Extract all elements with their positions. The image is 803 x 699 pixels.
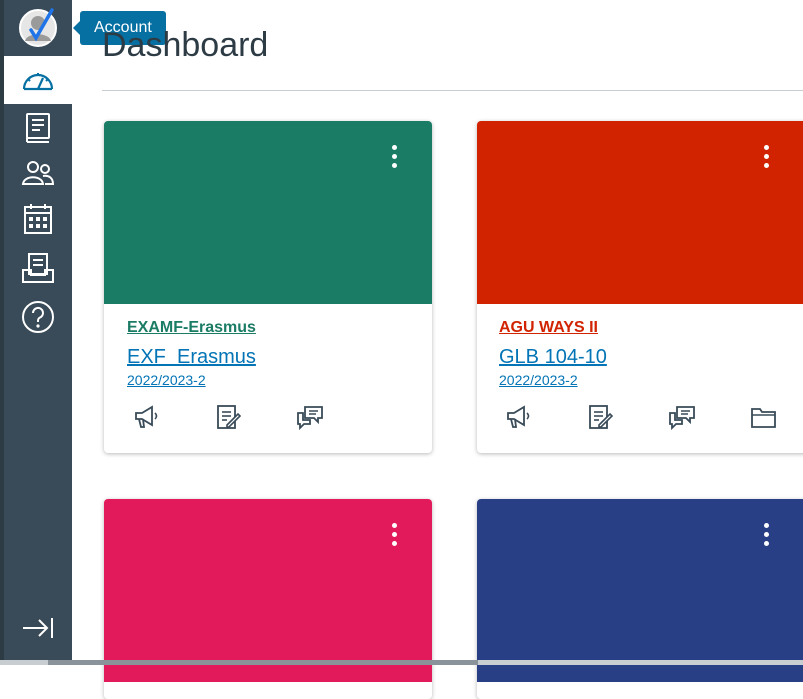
course-term-link[interactable]: 2022/2023-2	[127, 371, 422, 389]
course-card[interactable]	[104, 499, 432, 699]
course-name-link[interactable]: EXF Erasmus	[127, 343, 422, 371]
account-avatar[interactable]	[18, 8, 58, 48]
card-hero[interactable]	[104, 121, 432, 304]
avatar-icon	[19, 8, 57, 47]
card-options-button[interactable]	[759, 145, 773, 177]
assignments-icon[interactable]	[214, 403, 242, 431]
page-title: Dashboard	[102, 26, 269, 64]
files-icon[interactable]	[750, 403, 778, 431]
calendar-icon	[24, 204, 52, 234]
nav-dashboard[interactable]	[4, 56, 72, 104]
inbox-icon	[22, 253, 54, 283]
collapse-nav-icon	[23, 618, 53, 638]
nav-inbox[interactable]	[4, 244, 72, 292]
course-name-link[interactable]: GLB 104-10	[499, 343, 803, 371]
discussions-icon[interactable]	[668, 403, 696, 431]
card-body: AGU WAYS II GLB 104-10 2022/2023-2	[499, 317, 803, 389]
card-hero[interactable]	[477, 121, 803, 304]
nav-groups[interactable]	[4, 149, 72, 197]
courses-icon	[26, 113, 50, 143]
card-hero[interactable]	[104, 499, 432, 682]
global-nav	[4, 0, 72, 665]
card-options-button[interactable]	[387, 523, 401, 555]
course-card[interactable]	[477, 499, 803, 699]
course-card[interactable]: EXAMF-Erasmus EXF Erasmus 2022/2023-2	[104, 121, 432, 453]
window-bottom-edge	[0, 660, 803, 665]
header-divider	[102, 90, 803, 91]
course-term-link[interactable]: 2022/2023-2	[499, 371, 803, 389]
course-code-link[interactable]: AGU WAYS II	[499, 317, 803, 339]
course-code-link[interactable]: EXAMF-Erasmus	[127, 317, 422, 339]
nav-collapse-toggle[interactable]	[4, 604, 72, 652]
card-options-button[interactable]	[759, 523, 773, 555]
card-options-button[interactable]	[387, 145, 401, 177]
nav-calendar[interactable]	[4, 195, 72, 243]
announcements-icon[interactable]	[504, 403, 532, 431]
groups-icon	[21, 161, 55, 185]
card-hero[interactable]	[477, 499, 803, 682]
course-card[interactable]: AGU WAYS II GLB 104-10 2022/2023-2	[477, 121, 803, 453]
help-icon	[22, 301, 54, 333]
dashboard-icon	[22, 73, 54, 91]
nav-courses[interactable]	[4, 104, 72, 152]
discussions-icon[interactable]	[296, 403, 324, 431]
nav-help[interactable]	[4, 293, 72, 341]
card-body: EXAMF-Erasmus EXF Erasmus 2022/2023-2	[127, 317, 422, 389]
announcements-icon[interactable]	[132, 403, 160, 431]
assignments-icon[interactable]	[586, 403, 614, 431]
